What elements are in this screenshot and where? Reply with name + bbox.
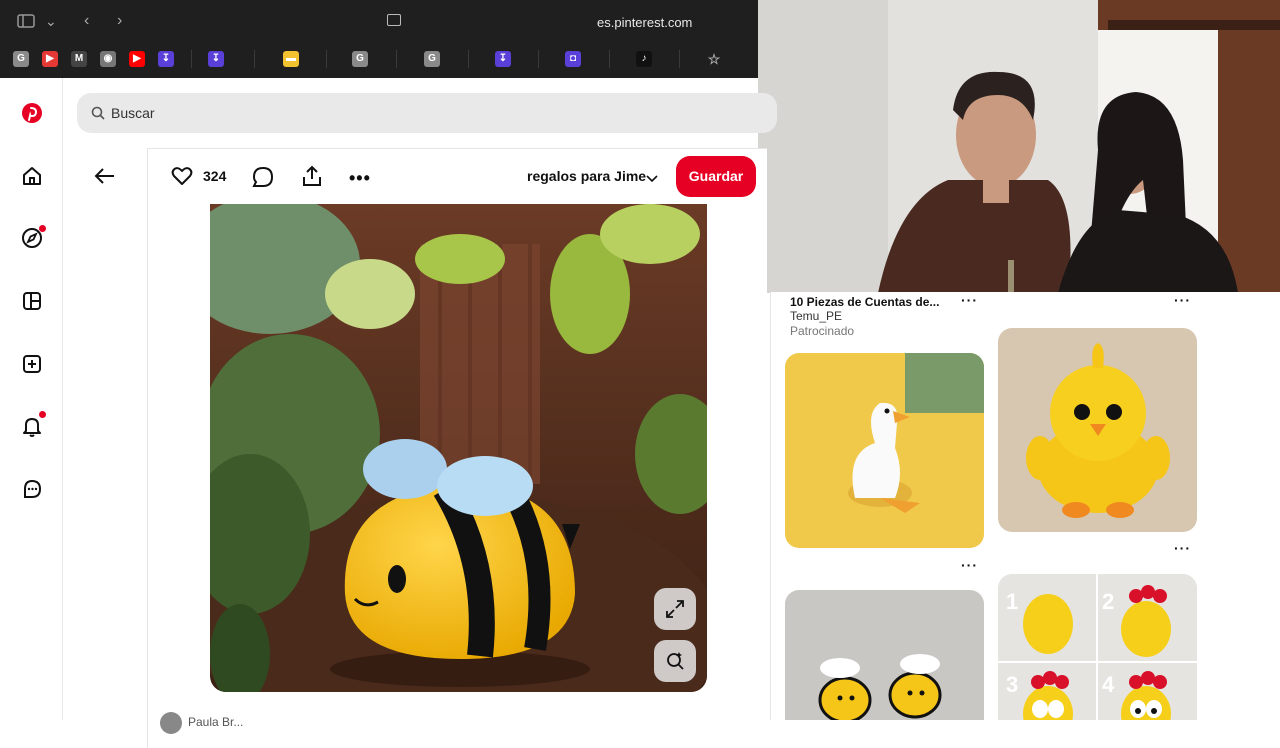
search-bar[interactable]: Buscar bbox=[77, 93, 777, 133]
pin-thumbnail[interactable] bbox=[785, 353, 984, 548]
expand-icon[interactable] bbox=[654, 588, 696, 630]
webcam-video-overlay bbox=[758, 0, 1280, 293]
more-options-icon[interactable]: ··· bbox=[961, 292, 978, 308]
chevron-down-icon[interactable] bbox=[646, 170, 658, 188]
tab-divider bbox=[538, 50, 539, 68]
share-icon[interactable] bbox=[300, 164, 324, 193]
youtube-music-icon[interactable]: ▶ bbox=[42, 51, 58, 67]
pin-thumbnail[interactable]: 1 2 3 4 bbox=[998, 574, 1197, 720]
avatar[interactable] bbox=[160, 712, 182, 734]
browser-toolbar: ⌄ ‹ › es.pinterest.com G ▶ M ◉ ▶ ↧ ↧ ▬ G G ↧ ◘ ♪ ☆ bbox=[0, 0, 758, 78]
notifications-bell-icon[interactable] bbox=[19, 411, 46, 439]
youtube-icon[interactable]: ▶ bbox=[129, 51, 145, 67]
tab-divider bbox=[396, 50, 397, 68]
heart-icon[interactable] bbox=[171, 166, 193, 191]
tab-divider bbox=[325, 50, 327, 68]
board-selector[interactable]: regalos para Jime bbox=[527, 168, 646, 184]
g-favicon-icon[interactable]: G bbox=[13, 51, 29, 67]
back-nav-icon[interactable]: ‹ bbox=[84, 12, 89, 30]
search-icon bbox=[91, 106, 105, 125]
sponsored-label: Patrocinado bbox=[790, 324, 855, 338]
notification-dot bbox=[39, 411, 46, 418]
tiktok-icon[interactable]: ♪ bbox=[636, 51, 652, 67]
related-pin-title[interactable]: 10 Piezas de Cuentas de... bbox=[790, 295, 939, 309]
g-favicon-icon[interactable]: G bbox=[424, 51, 440, 67]
related-pin-subtitle[interactable]: Temu_PE bbox=[790, 309, 842, 323]
messages-icon[interactable] bbox=[19, 476, 45, 502]
tab-divider bbox=[467, 50, 469, 68]
more-options-icon[interactable]: ··· bbox=[1174, 292, 1191, 308]
notification-dot bbox=[39, 225, 46, 232]
more-options-icon[interactable]: ··· bbox=[961, 557, 978, 573]
pin-thumbnail[interactable] bbox=[998, 328, 1197, 532]
back-arrow-icon[interactable] bbox=[94, 166, 116, 191]
headphones-icon[interactable]: ◉ bbox=[100, 51, 116, 67]
pin-image[interactable] bbox=[210, 204, 707, 692]
pinterest-logo-icon[interactable] bbox=[19, 100, 45, 126]
tab-divider bbox=[191, 50, 192, 68]
home-icon[interactable] bbox=[19, 163, 45, 189]
app-icon[interactable]: ↧ bbox=[495, 51, 511, 67]
svg-text:1: 1 bbox=[1006, 589, 1018, 614]
svg-text:4: 4 bbox=[1102, 672, 1115, 697]
page-icon bbox=[387, 14, 401, 26]
left-navigation-rail bbox=[0, 78, 63, 720]
save-button[interactable]: Guardar bbox=[676, 156, 756, 197]
svg-text:2: 2 bbox=[1102, 589, 1114, 614]
more-options-icon[interactable]: ••• bbox=[349, 168, 371, 189]
chevron-down-icon[interactable]: ⌄ bbox=[45, 13, 57, 30]
app-icon[interactable]: ◘ bbox=[565, 51, 581, 67]
more-options-icon[interactable]: ··· bbox=[1174, 540, 1191, 556]
create-plus-icon[interactable] bbox=[19, 351, 45, 377]
search-input[interactable]: Buscar bbox=[111, 105, 155, 121]
comment-icon[interactable] bbox=[252, 166, 274, 193]
g-favicon-icon[interactable]: G bbox=[352, 51, 368, 67]
pin-author[interactable]: Paula Br... bbox=[188, 715, 243, 729]
tab-divider bbox=[608, 50, 610, 68]
gmail-icon[interactable]: M bbox=[71, 51, 87, 67]
miro-icon[interactable]: ▬ bbox=[283, 51, 299, 67]
visual-search-icon[interactable] bbox=[654, 640, 696, 682]
sidebar-toggle-icon[interactable] bbox=[17, 14, 35, 31]
tab-divider bbox=[679, 50, 680, 68]
like-count: 324 bbox=[203, 168, 227, 184]
forward-nav-icon[interactable]: › bbox=[117, 12, 122, 30]
explore-compass-icon[interactable] bbox=[19, 225, 46, 251]
tab-divider bbox=[253, 50, 255, 68]
pin-thumbnail[interactable] bbox=[785, 590, 984, 720]
svg-text:3: 3 bbox=[1006, 672, 1018, 697]
related-pins-grid: 10 Piezas de Cuentas de... Temu_PE Patro… bbox=[770, 292, 1280, 720]
app-icon[interactable]: ↧ bbox=[158, 51, 174, 67]
star-icon[interactable]: ☆ bbox=[706, 51, 722, 67]
boards-icon[interactable] bbox=[19, 288, 45, 314]
address-bar[interactable]: es.pinterest.com bbox=[597, 15, 692, 30]
app-icon[interactable]: ↧ bbox=[208, 51, 224, 67]
